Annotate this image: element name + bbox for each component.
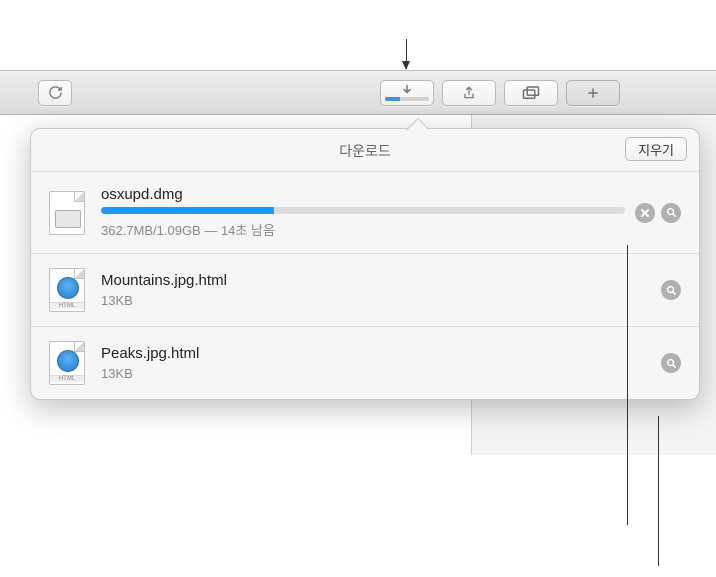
download-item: HTML Mountains.jpg.html 13KB bbox=[31, 253, 699, 326]
magnifier-icon bbox=[666, 358, 677, 369]
download-arrow-icon bbox=[401, 84, 413, 96]
file-info: Mountains.jpg.html 13KB bbox=[101, 272, 651, 308]
item-actions bbox=[635, 203, 681, 223]
magnifier-icon bbox=[666, 285, 677, 296]
file-name: Mountains.jpg.html bbox=[101, 272, 651, 289]
item-actions bbox=[661, 353, 681, 373]
cancel-download-button[interactable] bbox=[635, 203, 655, 223]
file-status: 362.7MB/1.09GB — 14초 남음 bbox=[101, 220, 625, 239]
reveal-in-finder-button[interactable] bbox=[661, 353, 681, 373]
show-tabs-button[interactable] bbox=[504, 80, 558, 106]
tabs-icon bbox=[522, 86, 540, 100]
file-status: 13KB bbox=[101, 366, 651, 381]
item-actions bbox=[661, 280, 681, 300]
reveal-in-finder-button[interactable] bbox=[661, 203, 681, 223]
downloads-toolbar-button[interactable] bbox=[380, 80, 434, 106]
magnifier-icon bbox=[666, 207, 677, 218]
new-tab-button[interactable] bbox=[566, 80, 620, 106]
reload-button[interactable] bbox=[38, 80, 72, 106]
popover-title: 다운로드 bbox=[45, 141, 685, 161]
file-status: 13KB bbox=[101, 293, 651, 308]
callout-arrow bbox=[406, 39, 407, 69]
toolbar-download-progress bbox=[385, 97, 429, 101]
file-name: osxupd.dmg bbox=[101, 186, 625, 203]
callout-line bbox=[627, 245, 628, 525]
download-item: HTML Peaks.jpg.html 13KB bbox=[31, 326, 699, 399]
reveal-in-finder-button[interactable] bbox=[661, 280, 681, 300]
browser-toolbar bbox=[0, 70, 716, 115]
close-icon bbox=[640, 208, 650, 218]
file-icon-html: HTML bbox=[49, 341, 87, 385]
callout-line bbox=[658, 416, 659, 566]
file-name: Peaks.jpg.html bbox=[101, 345, 651, 362]
download-item: osxupd.dmg 362.7MB/1.09GB — 14초 남음 bbox=[31, 171, 699, 253]
download-progress-fill bbox=[101, 207, 274, 214]
popover-header: 다운로드 지우기 bbox=[31, 129, 699, 171]
share-button[interactable] bbox=[442, 80, 496, 106]
file-info: osxupd.dmg 362.7MB/1.09GB — 14초 남음 bbox=[101, 186, 625, 239]
file-info: Peaks.jpg.html 13KB bbox=[101, 345, 651, 381]
downloads-popover: 다운로드 지우기 osxupd.dmg 362.7MB/1.09GB — 14초… bbox=[30, 128, 700, 400]
download-progress-bar bbox=[101, 207, 625, 214]
reload-icon bbox=[48, 85, 63, 100]
clear-button[interactable]: 지우기 bbox=[625, 137, 687, 161]
share-icon bbox=[462, 85, 476, 101]
file-type-label: HTML bbox=[50, 302, 84, 309]
file-icon-dmg bbox=[49, 191, 87, 235]
plus-icon bbox=[586, 86, 600, 100]
file-icon-html: HTML bbox=[49, 268, 87, 312]
file-type-label: HTML bbox=[50, 375, 84, 382]
